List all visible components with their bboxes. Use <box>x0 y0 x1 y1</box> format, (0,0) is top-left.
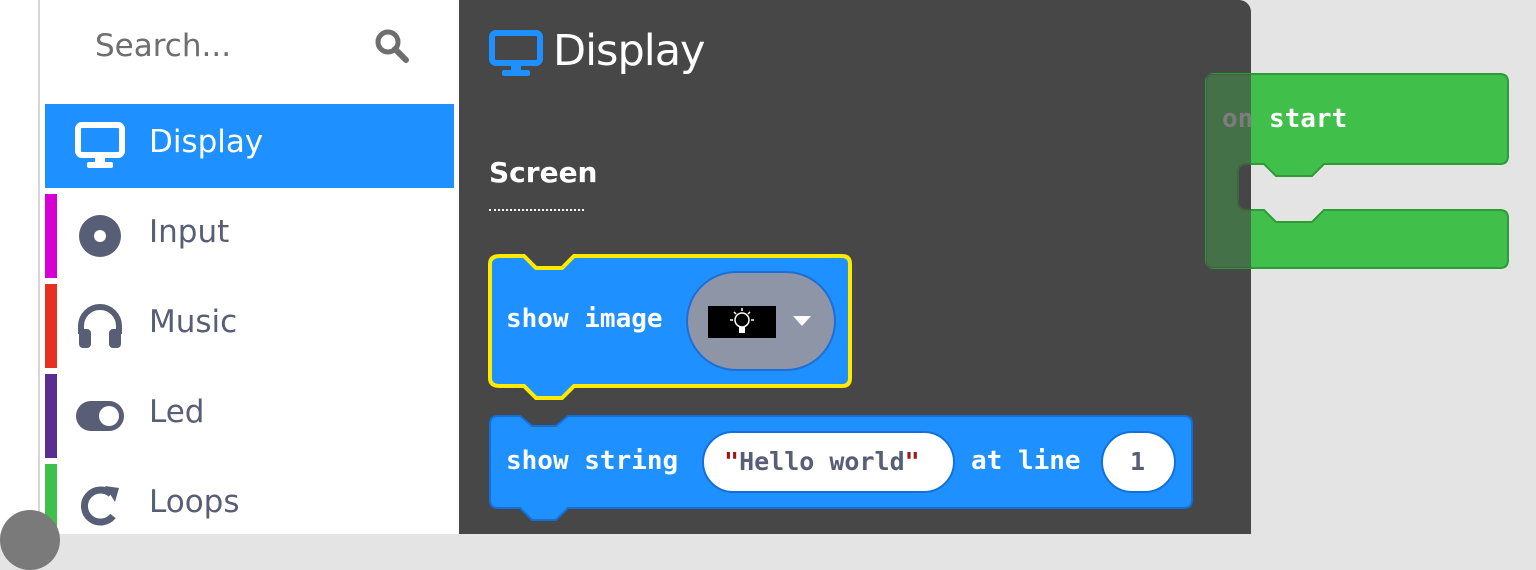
category-loops[interactable]: Loops <box>45 464 454 548</box>
toggle-icon <box>76 401 124 431</box>
category-label: Display <box>149 124 264 160</box>
show-string-label: show string <box>506 446 679 476</box>
on-start-block[interactable] <box>1204 72 1514 276</box>
headphones-icon <box>78 304 122 348</box>
loop-arrow-icon <box>80 486 119 526</box>
toolbox-edge <box>38 0 40 534</box>
category-color-bar <box>45 284 57 368</box>
category-color-bar <box>45 194 57 278</box>
at-line-label: at line <box>971 446 1081 476</box>
monitor-icon <box>75 122 125 168</box>
flyout-title: Display <box>553 26 705 76</box>
category-color-bar <box>45 374 57 458</box>
category-label: Input <box>149 214 230 250</box>
category-led[interactable]: Led <box>45 374 454 458</box>
string-value: Hello world <box>739 447 905 476</box>
category-label: Led <box>149 394 205 430</box>
circle-dot-icon <box>79 215 121 257</box>
search-input[interactable]: Search... <box>95 28 231 64</box>
category-music[interactable]: Music <box>45 284 454 368</box>
monitor-icon <box>489 30 543 76</box>
toolbox: Search... Display Input Music Led Loops <box>0 0 459 570</box>
category-input[interactable]: Input <box>45 194 454 278</box>
category-label: Loops <box>149 484 240 520</box>
show-image-label: show image <box>506 304 663 334</box>
lightbulb-icon <box>730 308 754 333</box>
help-button[interactable] <box>0 510 60 570</box>
section-divider <box>489 209 584 211</box>
category-display[interactable]: Display <box>45 104 454 188</box>
on-start-label: on start <box>1222 104 1348 134</box>
lightbulb-image-thumbnail <box>708 306 776 338</box>
string-input-text: "Hello world" <box>724 447 920 476</box>
line-number-value: 1 <box>1130 447 1146 476</box>
section-label: Screen <box>489 156 598 189</box>
dropdown-arrow-icon[interactable] <box>793 316 811 326</box>
category-label: Music <box>149 304 238 340</box>
search-icon[interactable] <box>374 28 410 64</box>
